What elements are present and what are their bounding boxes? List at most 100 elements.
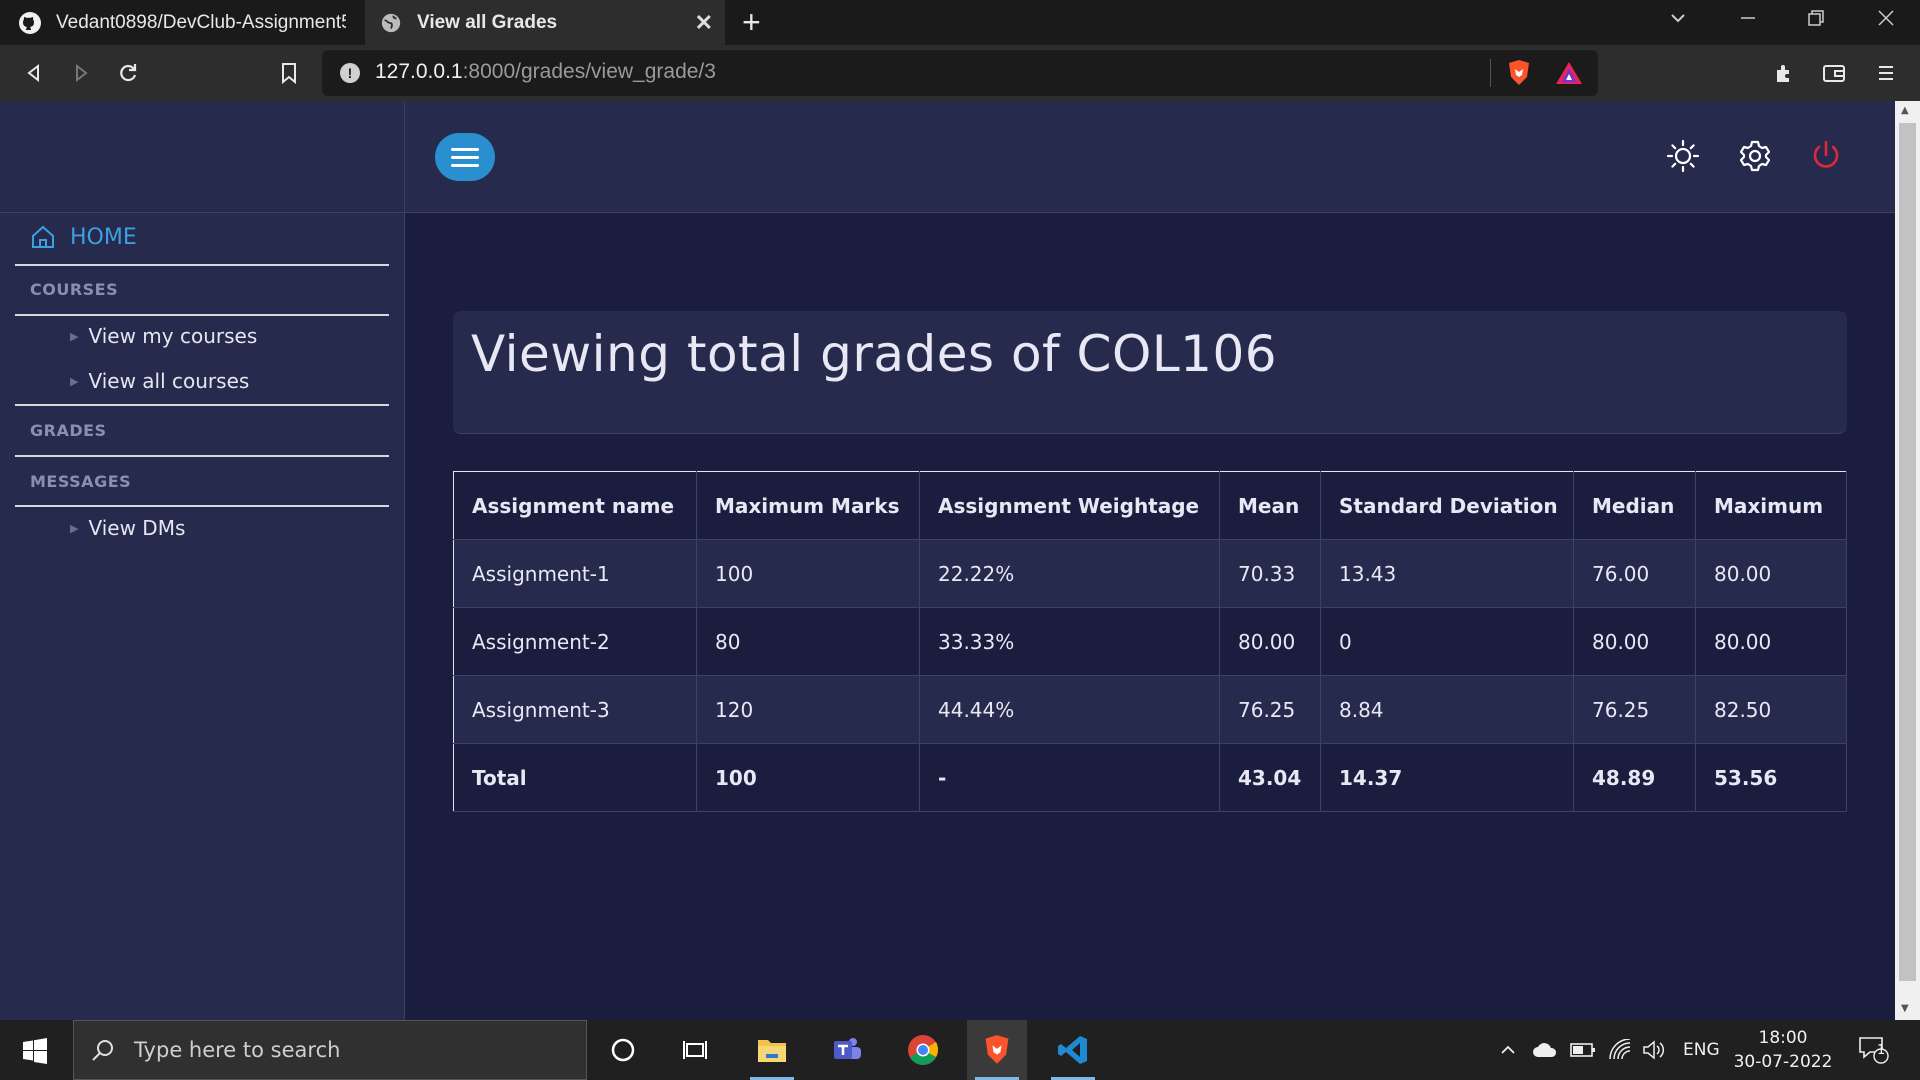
back-button[interactable] xyxy=(18,57,50,89)
bookmark-icon[interactable] xyxy=(273,57,305,89)
page-title: Viewing total grades of COL106 xyxy=(471,325,1278,383)
table-cell: 48.89 xyxy=(1573,743,1696,812)
chrome-icon[interactable] xyxy=(893,1020,953,1080)
onedrive-icon[interactable] xyxy=(1532,1020,1558,1080)
column-header: Standard Deviation xyxy=(1320,471,1574,540)
url-text[interactable]: 127.0.0.1:8000/grades/view_grade/3 xyxy=(375,60,716,84)
sidebar-home-label: HOME xyxy=(70,224,137,250)
battery-icon[interactable] xyxy=(1570,1020,1596,1080)
table-cell: 33.33% xyxy=(919,607,1220,676)
table-cell: 80.00 xyxy=(1695,607,1847,676)
table-cell: 22.22% xyxy=(919,539,1220,608)
sidebar-item-home[interactable]: HOME xyxy=(30,224,137,250)
new-tab-button[interactable]: + xyxy=(742,4,761,41)
sidebar-heading-messages: MESSAGES xyxy=(30,472,132,491)
sun-icon[interactable] xyxy=(1665,138,1701,174)
scrollbar-thumb[interactable] xyxy=(1899,123,1916,981)
minimize-button[interactable] xyxy=(1738,8,1758,34)
close-window-button[interactable] xyxy=(1876,8,1896,34)
site-info-icon[interactable]: ! xyxy=(340,63,360,83)
table-cell: 76.00 xyxy=(1573,539,1696,608)
windows-start-button[interactable] xyxy=(22,1038,48,1068)
table-cell: - xyxy=(919,743,1220,812)
table-cell: 100 xyxy=(696,539,920,608)
menu-toggle-button[interactable] xyxy=(435,133,495,181)
volume-icon[interactable] xyxy=(1642,1020,1666,1080)
brave-shields-icon[interactable] xyxy=(1506,59,1532,91)
brave-rewards-icon[interactable] xyxy=(1555,61,1583,89)
brave-taskbar-icon[interactable] xyxy=(967,1020,1027,1080)
home-icon xyxy=(32,225,54,248)
sidebar-item-view-my-courses[interactable]: ▶ View my courses xyxy=(70,324,257,348)
gear-icon[interactable] xyxy=(1737,138,1773,174)
table-header-row: Assignment name Maximum Marks Assignment… xyxy=(453,471,1847,540)
browser-tab-bar: Vedant0898/DevClub-Assignment5: Ba View … xyxy=(0,0,1920,45)
table-cell: 82.50 xyxy=(1695,675,1847,744)
menu-icon-bar xyxy=(451,155,479,159)
file-explorer-icon[interactable] xyxy=(742,1020,802,1080)
sidebar-item-label: View my courses xyxy=(88,324,258,348)
divider xyxy=(15,505,389,507)
menu-icon-bar xyxy=(451,147,479,151)
reload-button[interactable] xyxy=(112,57,144,89)
table-cell: 14.37 xyxy=(1320,743,1574,812)
task-view-icon[interactable] xyxy=(665,1020,725,1080)
main-content: Viewing total grades of COL106 Assignmen… xyxy=(405,213,1895,1020)
table-cell: 76.25 xyxy=(1573,675,1696,744)
caret-right-icon: ▶ xyxy=(70,329,79,343)
table-cell: 80.00 xyxy=(1695,539,1847,608)
table-cell: Assignment-1 xyxy=(453,539,697,608)
top-header xyxy=(405,101,1895,213)
divider xyxy=(15,404,389,406)
language-indicator[interactable]: ENG xyxy=(1683,1020,1720,1080)
address-bar[interactable]: ! 127.0.0.1:8000/grades/view_grade/3 xyxy=(322,50,1598,96)
sidebar-item-view-dms[interactable]: ▶ View DMs xyxy=(70,516,185,540)
column-header: Mean xyxy=(1219,471,1321,540)
browser-toolbar: ! 127.0.0.1:8000/grades/view_grade/3 xyxy=(0,45,1920,101)
sidebar-item-label: View all courses xyxy=(88,369,250,393)
search-placeholder: Type here to search xyxy=(134,1038,341,1062)
table-cell: 43.04 xyxy=(1219,743,1321,812)
sidebar-heading-grades: GRADES xyxy=(30,421,107,440)
tab-title: Vedant0898/DevClub-Assignment5: Ba xyxy=(56,11,346,33)
wifi-icon[interactable] xyxy=(1608,1020,1632,1080)
tab-github[interactable]: Vedant0898/DevClub-Assignment5: Ba xyxy=(0,0,365,45)
scroll-up-icon[interactable]: ▲ xyxy=(1901,105,1909,116)
sidebar-header xyxy=(0,101,404,213)
column-header: Maximum Marks xyxy=(696,471,920,540)
table-cell: 8.84 xyxy=(1320,675,1574,744)
restore-button[interactable] xyxy=(1806,8,1826,34)
clock[interactable]: 18:00 30-07-2022 xyxy=(1728,1026,1838,1074)
table-cell: 80 xyxy=(696,607,920,676)
scroll-down-icon[interactable]: ▼ xyxy=(1901,1003,1909,1014)
forward-button[interactable] xyxy=(65,57,97,89)
tab-view-all-grades[interactable]: View all Grades ✕ xyxy=(365,0,725,45)
extensions-icon[interactable] xyxy=(1769,57,1801,89)
table-cell: 0 xyxy=(1320,607,1574,676)
wallet-icon[interactable] xyxy=(1818,57,1850,89)
teams-icon[interactable] xyxy=(817,1020,877,1080)
column-header: Assignment name xyxy=(453,471,697,540)
close-icon[interactable]: ✕ xyxy=(695,10,713,36)
clock-date: 30-07-2022 xyxy=(1733,1052,1833,1072)
divider xyxy=(15,264,389,266)
title-card: Viewing total grades of COL106 xyxy=(453,311,1847,434)
table-row: Assignment-2 80 33.33% 80.00 0 80.00 80.… xyxy=(453,607,1847,676)
table-cell: 13.43 xyxy=(1320,539,1574,608)
page-scrollbar[interactable]: ▲ ▼ xyxy=(1895,101,1920,1020)
table-cell: 100 xyxy=(696,743,920,812)
notifications-icon[interactable]: 1 xyxy=(1857,1020,1891,1080)
taskbar-search-input[interactable]: Type here to search xyxy=(73,1020,587,1080)
table-total-row: Total 100 - 43.04 14.37 48.89 53.56 xyxy=(453,743,1847,812)
tab-search-icon[interactable] xyxy=(1668,8,1688,34)
cortana-icon[interactable] xyxy=(593,1020,653,1080)
browser-menu-icon[interactable] xyxy=(1870,57,1902,89)
show-hidden-icons[interactable] xyxy=(1498,1020,1518,1080)
sidebar-item-view-all-courses[interactable]: ▶ View all courses xyxy=(70,369,249,393)
vscode-icon[interactable] xyxy=(1043,1020,1103,1080)
power-icon[interactable] xyxy=(1808,138,1844,174)
sidebar-heading-courses: COURSES xyxy=(30,280,119,299)
table-cell: 70.33 xyxy=(1219,539,1321,608)
table-cell: Assignment-2 xyxy=(453,607,697,676)
globe-icon xyxy=(379,11,403,35)
